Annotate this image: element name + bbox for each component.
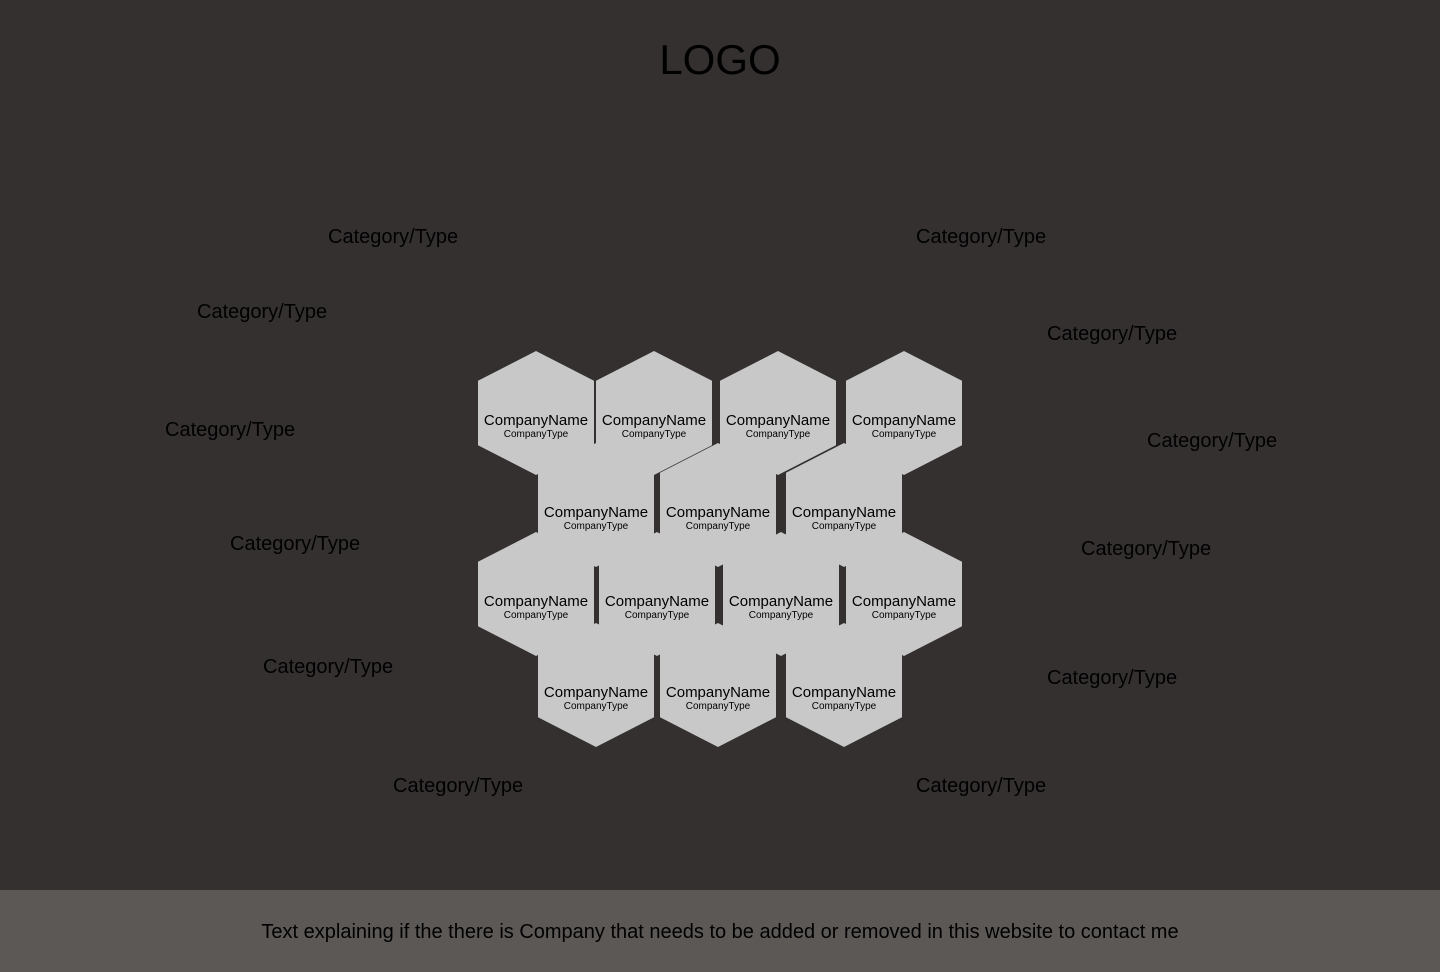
company-type: CompanyType xyxy=(503,610,569,621)
company-type: CompanyType xyxy=(563,521,629,532)
category-link[interactable]: Category/Type xyxy=(916,225,1046,249)
company-type: CompanyType xyxy=(503,429,569,440)
footer-contact-text: Text explaining if the there is Company … xyxy=(261,921,1179,943)
category-link[interactable]: Category/Type xyxy=(393,774,523,798)
category-link[interactable]: Category/Type xyxy=(916,774,1046,798)
category-link[interactable]: Category/Type xyxy=(328,225,458,249)
company-name: CompanyName xyxy=(483,593,589,610)
category-link[interactable]: Category/Type xyxy=(197,300,327,324)
company-name: CompanyName xyxy=(543,504,649,521)
category-link[interactable]: Category/Type xyxy=(165,418,295,442)
category-link[interactable]: Category/Type xyxy=(1047,666,1177,690)
company-name: CompanyName xyxy=(728,593,834,610)
company-type: CompanyType xyxy=(871,610,937,621)
company-name: CompanyName xyxy=(543,684,649,701)
category-link[interactable]: Category/Type xyxy=(1147,429,1277,453)
company-type: CompanyType xyxy=(811,701,877,712)
company-name: CompanyName xyxy=(791,684,897,701)
logo[interactable]: LOGO xyxy=(0,36,1440,84)
company-type: CompanyType xyxy=(811,521,877,532)
company-type: CompanyType xyxy=(745,429,811,440)
company-name: CompanyName xyxy=(665,504,771,521)
company-name: CompanyName xyxy=(851,593,957,610)
company-type: CompanyType xyxy=(624,610,690,621)
company-name: CompanyName xyxy=(601,412,707,429)
company-type: CompanyType xyxy=(685,701,751,712)
footer: Text explaining if the there is Company … xyxy=(0,890,1440,972)
company-type: CompanyType xyxy=(871,429,937,440)
company-name: CompanyName xyxy=(665,684,771,701)
company-name: CompanyName xyxy=(851,412,957,429)
company-type: CompanyType xyxy=(748,610,814,621)
company-name: CompanyName xyxy=(604,593,710,610)
company-name: CompanyName xyxy=(791,504,897,521)
category-link[interactable]: Category/Type xyxy=(1081,537,1211,561)
company-type: CompanyType xyxy=(563,701,629,712)
category-link[interactable]: Category/Type xyxy=(230,532,360,556)
company-type: CompanyType xyxy=(685,521,751,532)
category-link[interactable]: Category/Type xyxy=(1047,322,1177,346)
company-name: CompanyName xyxy=(725,412,831,429)
company-name: CompanyName xyxy=(483,412,589,429)
company-type: CompanyType xyxy=(621,429,687,440)
category-link[interactable]: Category/Type xyxy=(263,655,393,679)
